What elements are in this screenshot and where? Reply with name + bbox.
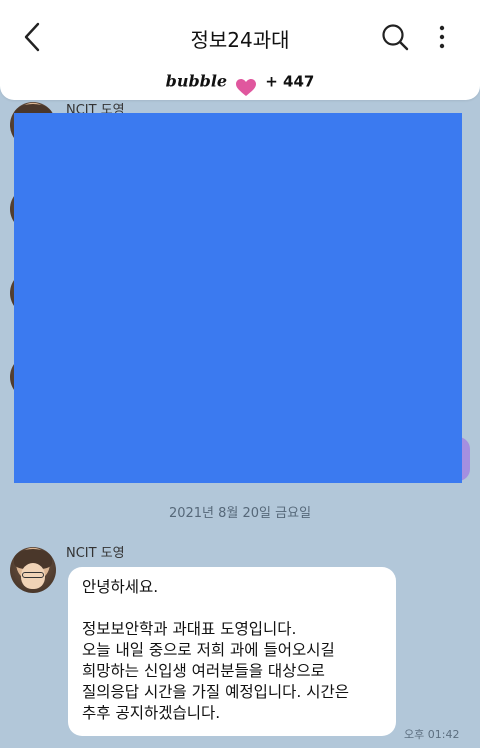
avatar[interactable] [10, 547, 56, 593]
bubble-count: + 447 [265, 72, 315, 91]
more-vertical-icon [439, 25, 445, 49]
search-icon [382, 24, 409, 51]
message-line: 희망하는 신입생 여러분들을 대상으로 [82, 662, 325, 680]
message-line: 안녕하세요. [82, 578, 159, 596]
more-button[interactable] [432, 22, 452, 52]
top-bar: 정보24과대 [0, 0, 480, 74]
date-divider: 2021년 8월 20일 금요일 [168, 506, 312, 521]
message-line: 추후 공지하겠습니다. [82, 704, 221, 722]
redacted-region [14, 113, 462, 483]
message-line: 정보보안학과 과대표 도영입니다. [82, 620, 297, 638]
bubble-logo: bubble [165, 71, 228, 91]
sender-name: NCIT 도영 [66, 546, 125, 561]
message-line [82, 598, 382, 619]
message-bubble[interactable]: 안녕하세요. 정보보안학과 과대표 도영입니다. 오늘 내일 중으로 저희 과에… [68, 567, 396, 736]
message-timestamp: 오후 01:42 [404, 728, 460, 741]
heart-icon [236, 73, 257, 96]
search-button[interactable] [380, 22, 410, 52]
message-line: 오늘 내일 중으로 저희 과에 들어오시길 [82, 641, 335, 659]
message-line: 질의응답 시간을 가질 예정입니다. 시간은 [82, 683, 350, 701]
